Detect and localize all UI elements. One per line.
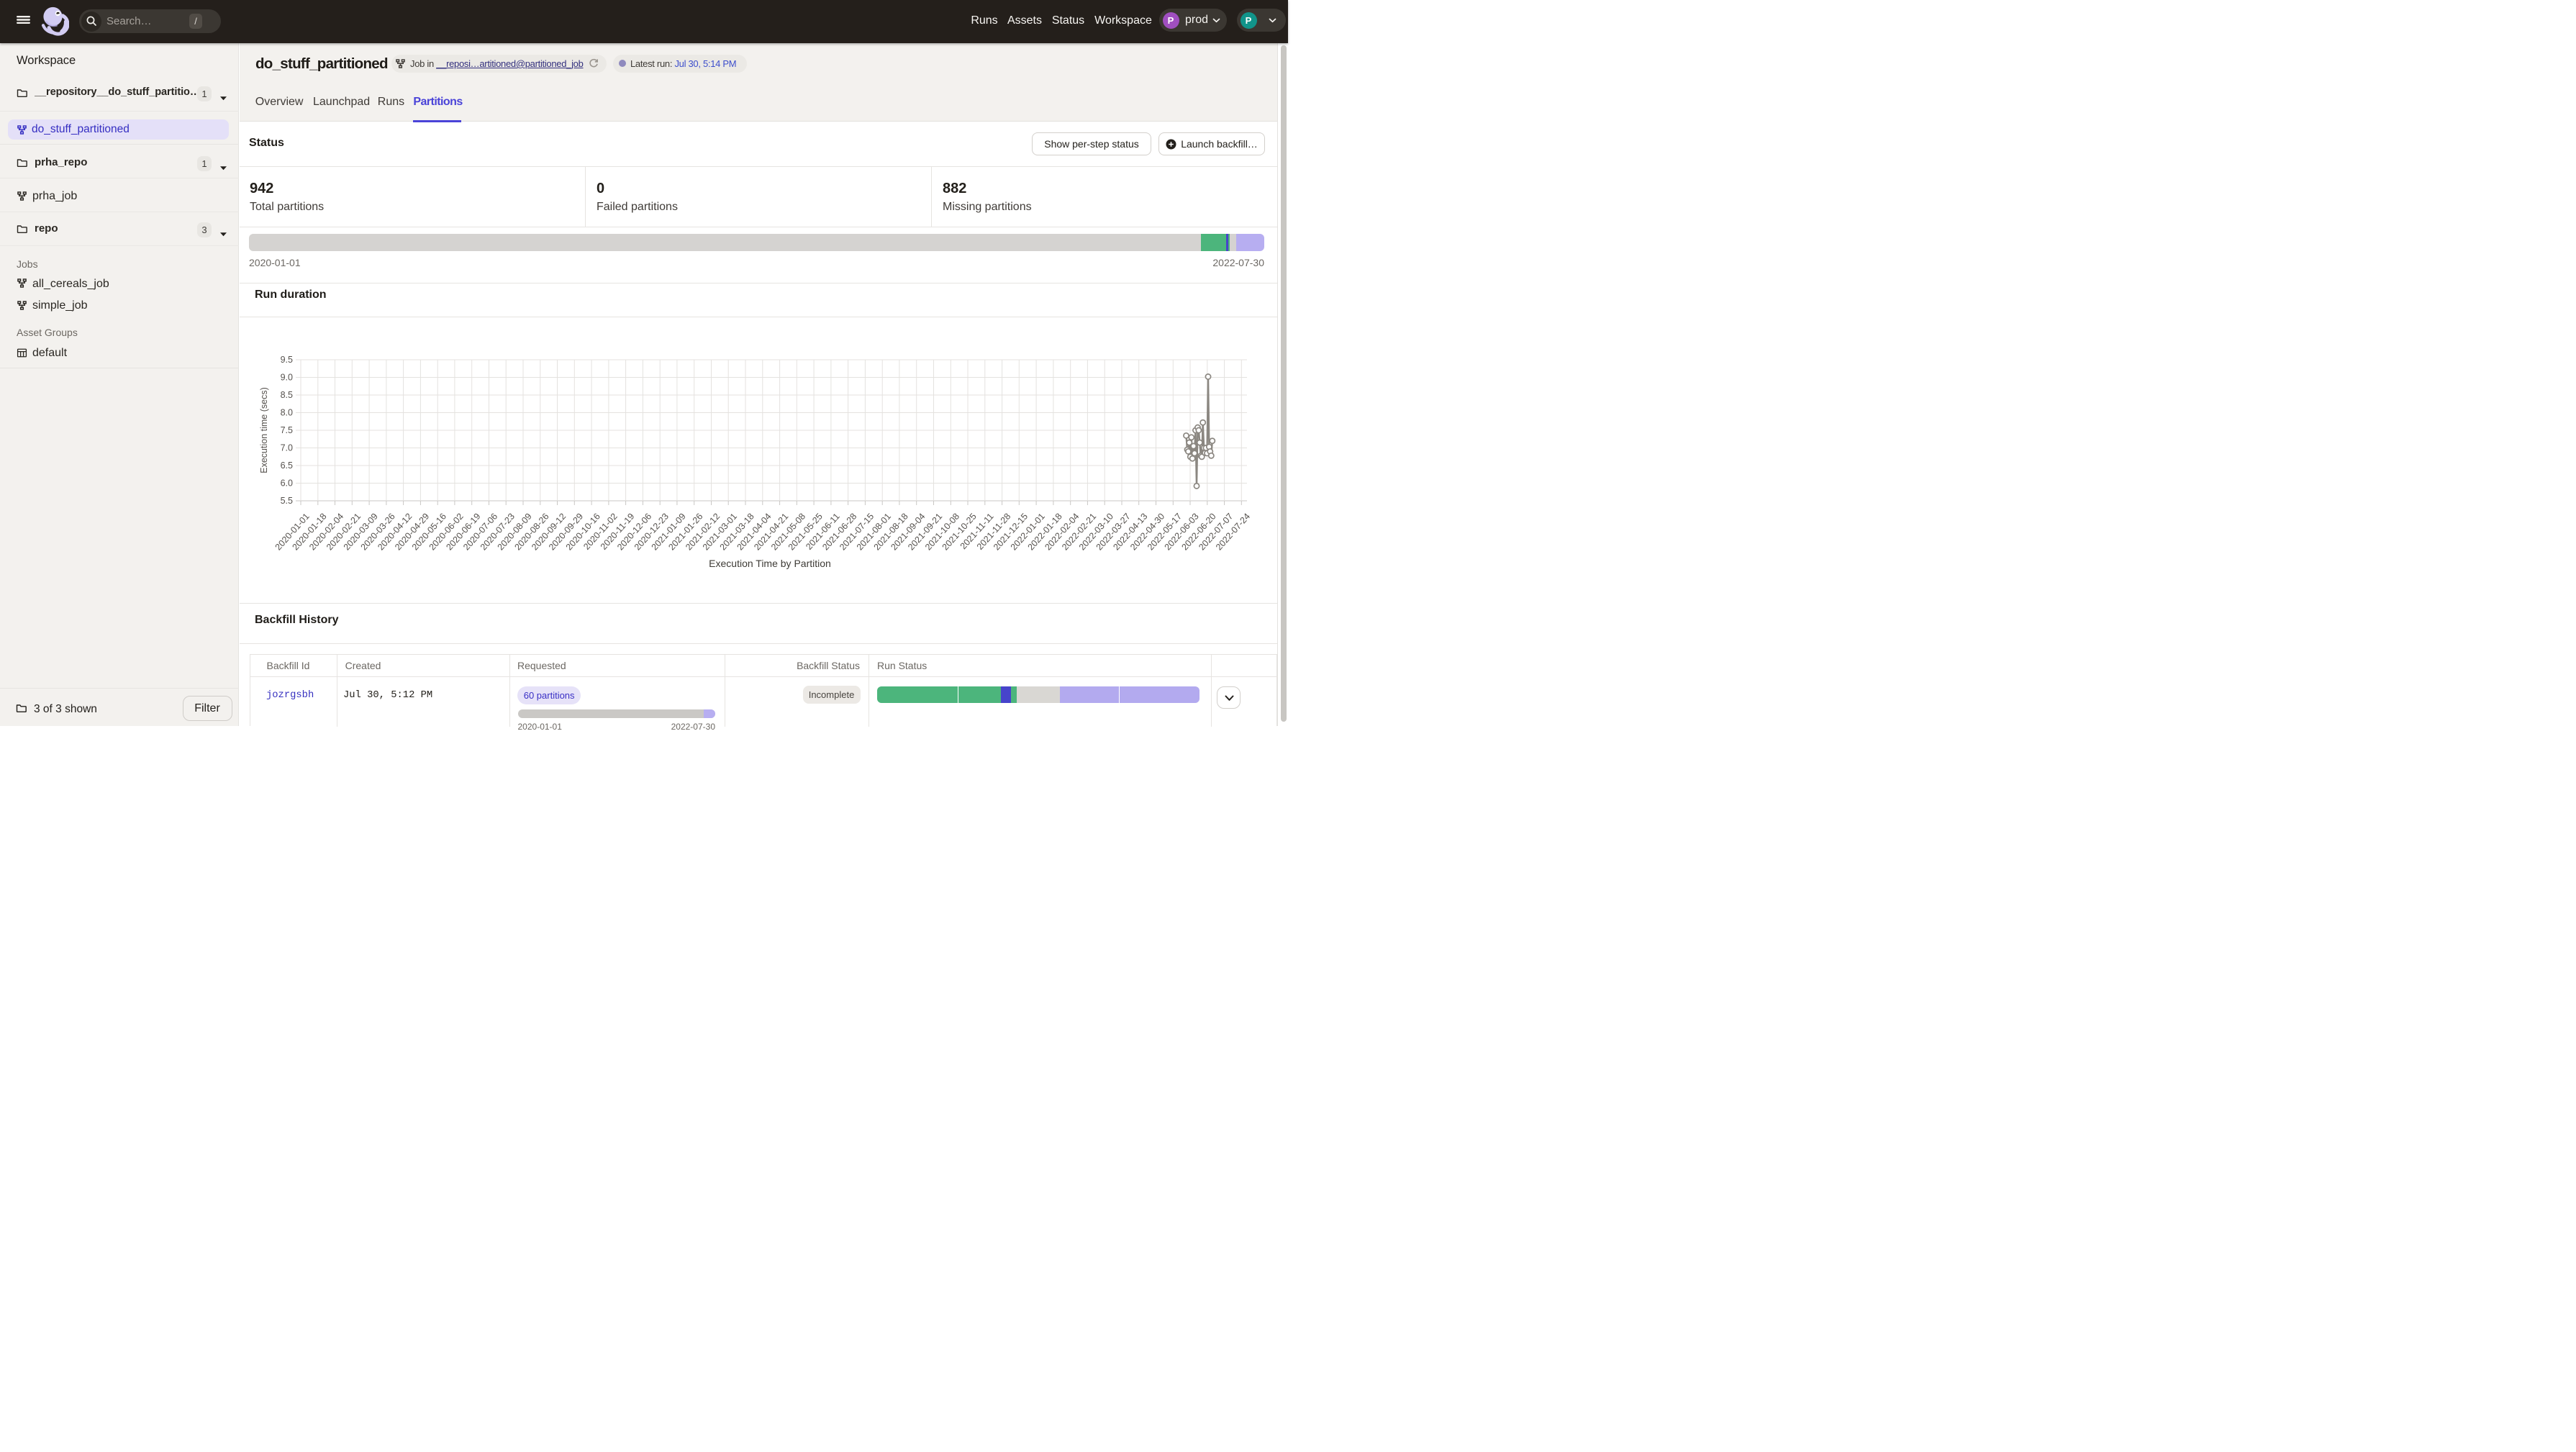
- svg-text:7.5: 7.5: [281, 425, 293, 435]
- svg-text:5.5: 5.5: [281, 496, 293, 506]
- svg-text:7.0: 7.0: [281, 443, 293, 453]
- svg-text:Execution time (secs): Execution time (secs): [259, 387, 269, 473]
- svg-text:9.5: 9.5: [281, 355, 293, 365]
- svg-text:Execution Time by Partition: Execution Time by Partition: [709, 558, 831, 569]
- svg-text:6.5: 6.5: [281, 460, 293, 471]
- svg-text:9.0: 9.0: [281, 373, 293, 383]
- svg-text:6.0: 6.0: [281, 478, 293, 489]
- svg-text:8.5: 8.5: [281, 390, 293, 400]
- svg-text:8.0: 8.0: [281, 408, 293, 418]
